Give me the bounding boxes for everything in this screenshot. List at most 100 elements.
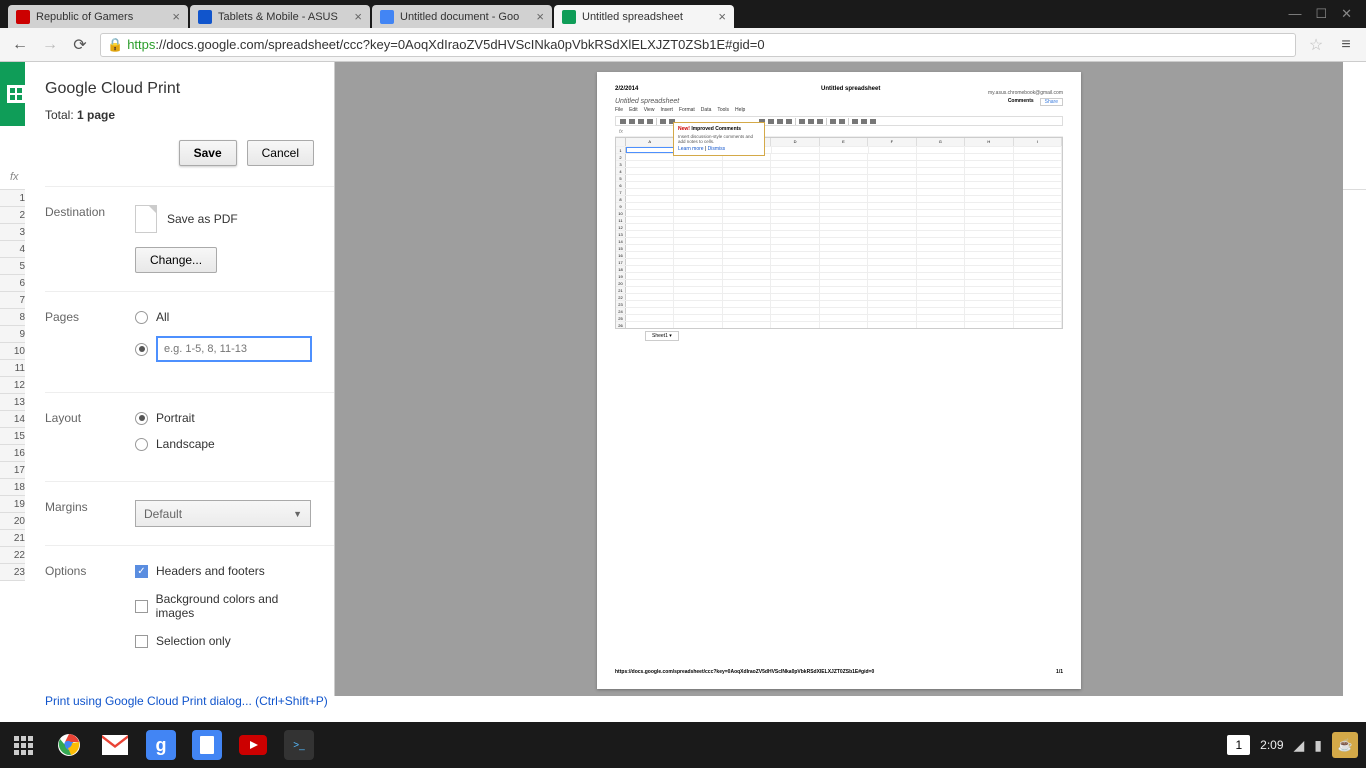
tab-title: Untitled spreadsheet [582, 11, 712, 23]
options-section: Options ✓ Headers and footers Background… [45, 545, 334, 680]
change-destination-button[interactable]: Change... [135, 247, 217, 273]
total-value: 1 page [77, 108, 115, 122]
preview-sheet-tab-label: Sheet1 [652, 333, 668, 339]
popup-dismiss: Dismiss [708, 146, 726, 152]
tab-title: Untitled document - Goo [400, 11, 530, 23]
gmail-icon[interactable] [100, 730, 130, 760]
headers-footers-checkbox[interactable]: ✓ [135, 565, 148, 578]
address-bar: ← → ⟳ 🔒 https://docs.google.com/spreadsh… [0, 28, 1366, 62]
portrait-label: Portrait [156, 411, 195, 425]
preview-doc-title: Untitled spreadsheet [615, 98, 1063, 105]
pdf-icon [135, 205, 157, 233]
star-icon[interactable]: ☆ [1306, 35, 1326, 55]
margins-select[interactable]: Default ▼ [135, 500, 311, 527]
preview-share: Share [1040, 98, 1063, 106]
preview-comments: Comments [1008, 98, 1034, 106]
preview-sheet-tab: Sheet1 ▾ [645, 331, 679, 341]
landscape-radio[interactable] [135, 438, 148, 451]
close-icon[interactable]: × [536, 9, 544, 24]
preview-footer-url: https://docs.google.com/spreadsheet/ccc?… [615, 669, 874, 675]
close-window-icon[interactable]: ✕ [1341, 6, 1352, 22]
url-rest: ://docs.google.com/spreadsheet/ccc?key=0… [155, 37, 764, 52]
selection-only-checkbox[interactable] [135, 635, 148, 648]
print-title: Google Cloud Print [45, 80, 334, 98]
url-https: https [127, 37, 155, 52]
clock[interactable]: 2:09 [1260, 738, 1283, 752]
terminal-icon[interactable]: >_ [284, 730, 314, 760]
pages-input[interactable] [156, 336, 312, 362]
youtube-icon[interactable] [238, 730, 268, 760]
chevron-down-icon: ▼ [293, 509, 302, 519]
tab-rog[interactable]: Republic of Gamers × [8, 5, 188, 28]
fx-label: fx [10, 171, 19, 183]
tab-sheets[interactable]: Untitled spreadsheet × [554, 5, 734, 28]
taskbar: g >_ 1 2:09 ◢ ▮ ☕ [0, 722, 1366, 768]
headers-footers-label: Headers and footers [156, 564, 265, 578]
wifi-icon[interactable]: ◢ [1294, 737, 1305, 754]
all-label: All [156, 310, 169, 324]
back-button[interactable]: ← [10, 35, 30, 55]
maximize-icon[interactable]: ☐ [1315, 6, 1327, 22]
margins-label: Margins [45, 500, 135, 527]
destination-section: Destination Save as PDF Change... [45, 186, 334, 291]
page-content: fx 1234567891011121314151617181920212223… [0, 62, 1366, 722]
tab-title: Tablets & Mobile - ASUS [218, 11, 348, 23]
save-as-pdf-label: Save as PDF [167, 212, 238, 226]
browser-tabs-bar: Republic of Gamers × Tablets & Mobile - … [0, 0, 1366, 28]
battery-icon[interactable]: ▮ [1314, 737, 1322, 754]
cancel-button[interactable]: Cancel [247, 140, 314, 166]
total-prefix: Total: [45, 108, 77, 122]
preview-menu: FileEditViewInsertFormatDataToolsHelp [615, 107, 1063, 113]
tab-title: Republic of Gamers [36, 11, 166, 23]
minimize-icon[interactable]: — [1288, 6, 1301, 22]
bg-colors-label: Background colors and images [156, 592, 314, 620]
lock-icon: 🔒 [107, 37, 123, 53]
margins-value: Default [144, 507, 182, 521]
preview-date: 2/2/2014 [615, 86, 638, 92]
options-label: Options [45, 564, 135, 662]
notification-badge[interactable]: 1 [1227, 735, 1250, 755]
print-preview-area: 2/2/2014 Untitled spreadsheet my.asus.ch… [335, 62, 1343, 696]
chrome-icon[interactable] [54, 730, 84, 760]
save-button[interactable]: Save [179, 140, 237, 166]
menu-icon[interactable]: ≡ [1336, 35, 1356, 55]
pages-custom-radio[interactable] [135, 343, 148, 356]
url-input[interactable]: 🔒 https://docs.google.com/spreadsheet/cc… [100, 33, 1296, 57]
preview-email: my.asus.chromebook@gmail.com [988, 90, 1063, 96]
user-avatar[interactable]: ☕ [1332, 732, 1358, 758]
close-icon[interactable]: × [718, 9, 726, 24]
pages-section: Pages All [45, 291, 334, 392]
preview-footer-page: 1/1 [1056, 669, 1063, 675]
preview-popup: New! Improved Comments Insert discussion… [673, 122, 765, 156]
tab-asus[interactable]: Tablets & Mobile - ASUS × [190, 5, 370, 28]
docs-favicon-icon [380, 10, 394, 24]
preview-grid: ABCDEFGHI 123456789101112131415161718192… [615, 137, 1063, 329]
pages-all-radio[interactable] [135, 311, 148, 324]
popup-new: New! [678, 126, 690, 132]
cloud-print-link[interactable]: Print using Google Cloud Print dialog...… [45, 680, 334, 722]
portrait-radio[interactable] [135, 412, 148, 425]
print-dialog: Google Cloud Print Total: 1 page Save Ca… [25, 62, 1343, 696]
preview-center-title: Untitled spreadsheet [821, 86, 880, 92]
close-icon[interactable]: × [172, 9, 180, 24]
apps-launcher-icon[interactable] [8, 730, 38, 760]
tab-docs[interactable]: Untitled document - Goo × [372, 5, 552, 28]
forward-button[interactable]: → [40, 35, 60, 55]
print-sidebar: Google Cloud Print Total: 1 page Save Ca… [25, 62, 335, 696]
popup-title: Improved Comments [691, 126, 741, 132]
reload-button[interactable]: ⟳ [70, 35, 90, 55]
docs-icon[interactable] [192, 730, 222, 760]
preview-page: 2/2/2014 Untitled spreadsheet my.asus.ch… [597, 72, 1081, 689]
asus-favicon-icon [198, 10, 212, 24]
selection-only-label: Selection only [156, 634, 231, 648]
window-controls: — ☐ ✕ [1274, 0, 1366, 28]
layout-label: Layout [45, 411, 135, 463]
pages-label: Pages [45, 310, 135, 374]
destination-label: Destination [45, 205, 135, 273]
close-icon[interactable]: × [354, 9, 362, 24]
bg-colors-checkbox[interactable] [135, 600, 148, 613]
sheets-favicon-icon [562, 10, 576, 24]
popup-learn: Learn more [678, 146, 704, 152]
google-search-icon[interactable]: g [146, 730, 176, 760]
print-total: Total: 1 page [45, 108, 334, 122]
